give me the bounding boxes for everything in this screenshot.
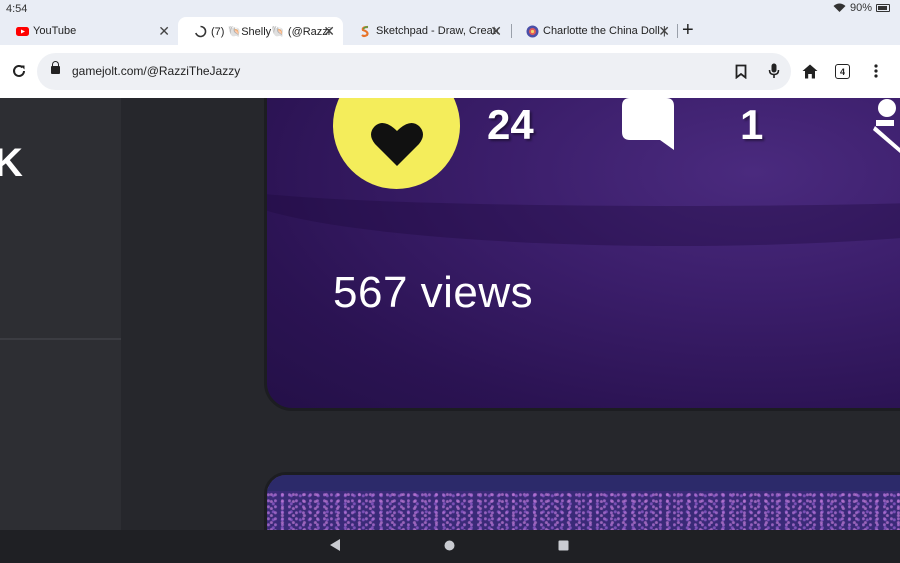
- close-tab-icon[interactable]: ✕: [158, 23, 170, 40]
- voice-search-button[interactable]: [766, 63, 782, 79]
- reload-button[interactable]: [10, 62, 28, 80]
- battery-icon: [876, 4, 890, 12]
- home-nav-icon[interactable]: [444, 540, 455, 551]
- status-bar: 4:54 90%: [0, 0, 900, 17]
- battery-percent: 90%: [849, 2, 872, 14]
- home-icon: [802, 64, 818, 78]
- deviantart-icon: [526, 25, 539, 37]
- tab-separator: [677, 24, 678, 38]
- back-icon[interactable]: [329, 538, 341, 552]
- sidebar-divider: [0, 338, 121, 340]
- tab-title: (7) 🐚Shelly🐚 (@RazziTheJazzy): [211, 25, 331, 38]
- tab-gamejolt[interactable]: (7) 🐚Shelly🐚 (@RazziTheJazzy) ✕: [178, 17, 343, 45]
- next-post-card[interactable]: [264, 472, 900, 530]
- close-tab-icon[interactable]: ✕: [658, 23, 670, 40]
- tab-switcher-button[interactable]: 4: [835, 64, 850, 79]
- heart-icon: [370, 122, 423, 166]
- views-count: 567 views: [333, 268, 534, 317]
- system-nav-bar: [0, 530, 900, 563]
- share-icon[interactable]: [873, 98, 900, 153]
- tab-sketchpad[interactable]: Sketchpad - Draw, Create, Share! ✕: [343, 17, 510, 45]
- tab-count: 4: [839, 66, 845, 77]
- page-content: K 24 1 567 views: [0, 98, 900, 530]
- more-vert-icon: [874, 64, 878, 78]
- microphone-icon: [768, 63, 780, 78]
- sidebar-glyph: K: [0, 141, 23, 185]
- wifi-icon: [833, 3, 846, 12]
- url-text[interactable]: gamejolt.com/@RazziTheJazzy: [72, 64, 240, 78]
- status-icons: 90%: [833, 2, 890, 14]
- address-bar[interactable]: gamejolt.com/@RazziTheJazzy: [37, 53, 791, 90]
- home-button[interactable]: [801, 62, 819, 80]
- tab-title: YouTube: [33, 25, 77, 37]
- like-count: 24: [487, 101, 534, 148]
- reload-icon: [13, 64, 25, 77]
- tab-deviantart[interactable]: Charlotte the China Doll | DeviantArt ✕: [510, 17, 678, 45]
- tab-strip: YouTube ✕ (7) 🐚Shelly🐚 (@RazziTheJazzy) …: [0, 17, 900, 45]
- close-tab-icon[interactable]: ✕: [323, 23, 335, 40]
- loading-spinner-icon: [195, 25, 207, 37]
- recents-icon[interactable]: [558, 540, 569, 551]
- status-time: 4:54: [6, 3, 28, 15]
- menu-button[interactable]: [870, 62, 882, 80]
- new-tab-button[interactable]: +: [682, 19, 694, 42]
- close-tab-icon[interactable]: ✕: [490, 23, 502, 40]
- card-image-top: [267, 475, 900, 491]
- bookmark-icon: [735, 64, 747, 79]
- tab-youtube[interactable]: YouTube ✕: [0, 17, 178, 45]
- tab-title: Charlotte the China Doll | DeviantArt: [543, 25, 665, 37]
- tab-title: Sketchpad - Draw, Create, Share!: [376, 25, 498, 37]
- browser-toolbar: gamejolt.com/@RazziTheJazzy 4: [0, 45, 900, 98]
- bookmark-button[interactable]: [733, 63, 749, 79]
- lock-icon: [51, 61, 60, 74]
- comment-count: 1: [740, 101, 764, 148]
- comment-icon[interactable]: [622, 98, 674, 150]
- sketchpad-icon: [361, 25, 369, 37]
- youtube-icon: [16, 26, 29, 36]
- left-sidebar: K: [0, 98, 121, 530]
